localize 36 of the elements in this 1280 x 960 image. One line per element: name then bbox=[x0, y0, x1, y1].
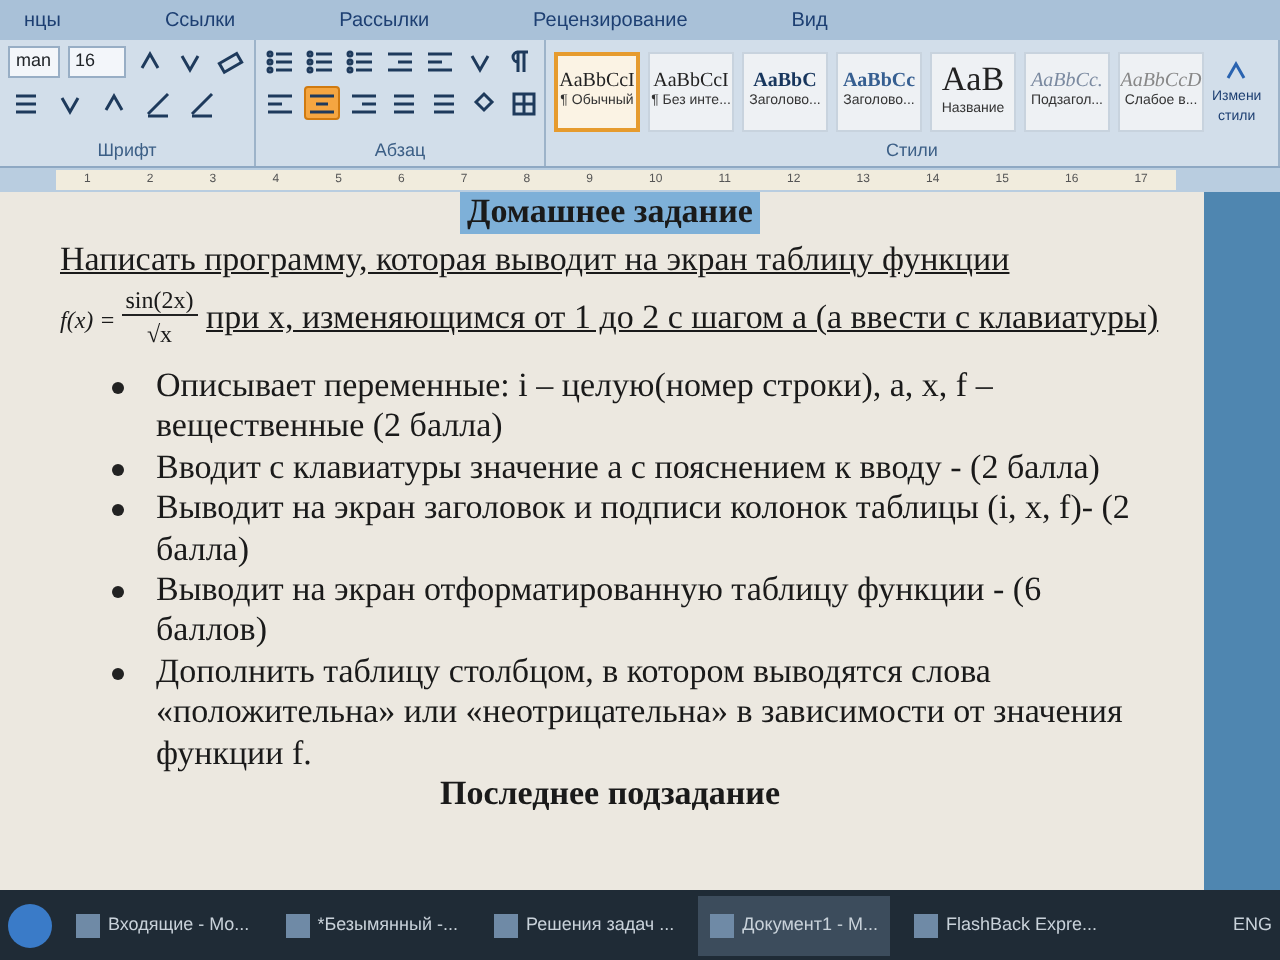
taskbar-item[interactable]: Решения задач ... bbox=[482, 895, 687, 955]
ribbon-tab[interactable]: нцы bbox=[12, 0, 73, 41]
bullets-icon bbox=[264, 45, 296, 77]
font-name-field[interactable]: man bbox=[8, 45, 60, 77]
bullet-icon bbox=[112, 382, 124, 395]
language-indicator[interactable]: ENG bbox=[1232, 911, 1272, 939]
bullet-text: Выводит на экран отформатированную таблицу функции - (6 баллов) bbox=[156, 570, 1044, 652]
font-size-field[interactable]: 16 bbox=[67, 45, 126, 77]
taskbar-item[interactable]: FlashBack Expre... bbox=[902, 895, 1110, 955]
bullet-icon bbox=[112, 463, 124, 476]
ribbon-tab[interactable]: Ссылки bbox=[152, 0, 248, 41]
grid-icon bbox=[508, 87, 540, 119]
ribbon-tab[interactable]: Рассылки bbox=[327, 0, 442, 41]
task-text: Написать программу, которая выводит на экран таблицу функции bbox=[60, 239, 1010, 278]
subheading: Последнее подзадание bbox=[437, 773, 783, 816]
ribbon-tab[interactable]: Рецензирование bbox=[521, 0, 700, 41]
bullet-icon bbox=[112, 667, 124, 680]
group-label: Абзац bbox=[372, 137, 428, 164]
bullets-icon bbox=[304, 45, 336, 77]
start-button[interactable] bbox=[8, 903, 52, 947]
ribbon-tab[interactable]: Вид bbox=[779, 0, 840, 41]
bullet-text: Описывает переменные: i – целую(номер строки), a, x, f – вещественные (2 балла) bbox=[156, 366, 995, 448]
bullets-icon bbox=[344, 45, 376, 77]
taskbar-item[interactable]: Входящие - Mo... bbox=[64, 895, 262, 955]
group-label: Шрифт bbox=[95, 137, 159, 164]
bullet-text: Выводит на экран заголовок и подписи колонок таблицы (i, x, f)- (2 балла) bbox=[156, 488, 1132, 571]
taskbar-item[interactable]: Документ1 - M... bbox=[698, 895, 891, 955]
bullet-text: Вводит с клавиатуры значение a с пояснением к вводу - (2 балла) bbox=[156, 447, 1100, 489]
group-label: Стили bbox=[884, 137, 940, 163]
bullet-icon bbox=[112, 586, 124, 599]
document-title: Домашнее задание bbox=[459, 192, 761, 234]
bullet-icon bbox=[112, 504, 124, 517]
task-text: при x, изменяющимся от 1 до 2 с шагом a (а ввести с клавиатуры) bbox=[206, 297, 1159, 336]
taskbar-item[interactable]: *Безымянный -... bbox=[273, 895, 470, 955]
bullet-text: Дополнить таблицу столбцом, в котором выводятся слова «положительна» или «неотрицательна» в зависимости от значения функции f. bbox=[156, 651, 1125, 774]
align-button[interactable] bbox=[304, 86, 340, 120]
